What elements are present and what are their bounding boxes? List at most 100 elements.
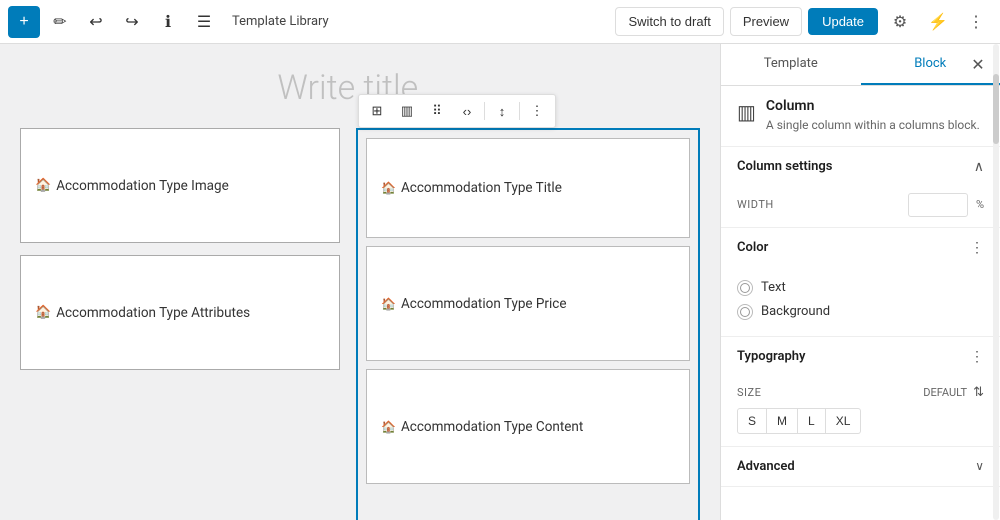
size-buttons: S M L XL [737,408,984,434]
columns-icon: ⊞ [372,103,383,119]
block-info-text: Column A single column within a columns … [766,98,980,134]
list-item[interactable]: 🏠 Accommodation Type Price [366,246,690,361]
size-row: SIZE DEFAULT ⇅ [737,385,984,400]
move-icon: ↕ [499,104,506,119]
edit-button[interactable]: ✏ [44,6,76,38]
list-item[interactable]: 🏠 Accommodation Type Attributes [20,255,340,370]
drag-button[interactable]: ⠿ [422,96,452,126]
typography-section: Typography ⋮ SIZE DEFAULT ⇅ S M L XL [721,337,1000,447]
two-col-button[interactable]: ▥ [392,96,422,126]
list-icon: ☰ [197,12,211,32]
list-item[interactable]: 🏠 Accommodation Type Content [366,369,690,484]
color-section-title: Color [737,240,768,255]
color-option-text: Text [737,276,984,300]
size-value: DEFAULT [923,386,967,399]
column-settings-title: Column settings [737,159,832,174]
typography-section-header[interactable]: Typography ⋮ [721,337,1000,377]
navigate-left-button[interactable]: ‹› [452,96,482,126]
main-toolbar: + ✏ ↩ ↪ ℹ ☰ Template Library Switch to d… [0,0,1000,44]
undo-button[interactable]: ↩ [80,6,112,38]
collapse-icon: ∧ [974,159,984,175]
width-label: WIDTH [737,198,900,211]
block-title: Column [766,98,980,114]
more-options-button[interactable]: ⋮ [960,6,992,38]
color-radio-background[interactable] [737,304,753,320]
list-item[interactable]: 🏠 Accommodation Type Image [20,128,340,243]
width-input[interactable] [908,193,968,217]
two-col-icon: ▥ [401,103,413,119]
tab-template[interactable]: Template [721,44,861,85]
panel-close-button[interactable]: ✕ [964,51,992,79]
column-settings-header[interactable]: Column settings ∧ [721,147,1000,187]
block-more-button[interactable]: ⋮ [522,96,552,126]
accommodation-image-label: 🏠 Accommodation Type Image [35,178,229,194]
drag-icon: ⠿ [432,103,442,119]
switch-to-draft-button[interactable]: Switch to draft [615,7,723,36]
color-section: Color ⋮ Text Background [721,228,1000,337]
color-label-background: Background [761,304,830,319]
size-btn-l[interactable]: L [798,408,826,434]
more-icon: ⋮ [531,103,544,119]
size-btn-xl[interactable]: XL [826,408,862,434]
gear-icon: ⚙ [893,12,907,32]
update-button[interactable]: Update [808,8,878,35]
home-icon-3: 🏠 [381,181,396,195]
advanced-title: Advanced [737,459,795,474]
size-btn-m[interactable]: M [767,408,798,434]
color-options: Text Background [721,268,1000,336]
accommodation-content-label: 🏠 Accommodation Type Content [381,419,583,435]
home-icon-4: 🏠 [381,297,396,311]
main-layout: Write title... 🏠 Accommodation Type Imag… [0,44,1000,520]
redo-button[interactable]: ↪ [116,6,148,38]
advanced-header[interactable]: Advanced ∨ [721,447,1000,486]
list-button[interactable]: ☰ [188,6,220,38]
redo-icon: ↪ [125,12,138,32]
editor-left-column: 🏠 Accommodation Type Image 🏠 Accommodati… [20,128,340,520]
editor-area: Write title... 🏠 Accommodation Type Imag… [0,44,720,520]
advanced-chevron-icon: ∨ [975,459,984,473]
home-icon-1: 🏠 [35,178,51,193]
add-block-button[interactable]: + [8,6,40,38]
toolbar-right-actions: Switch to draft Preview Update ⚙ ⚡ ⋮ [615,6,992,38]
editor-right-column[interactable]: ⊞ ▥ ⠿ ‹› ↕ [356,128,700,520]
editor-columns: 🏠 Accommodation Type Image 🏠 Accommodati… [20,128,700,520]
nav-icon: ‹› [463,104,472,119]
preview-button[interactable]: Preview [730,7,802,36]
typography-section-title: Typography [737,349,806,364]
ellipsis-icon: ⋮ [968,12,984,32]
size-adjust-icon[interactable]: ⇅ [973,385,984,400]
lightning-icon: ⚡ [928,12,948,32]
typography-menu-icon[interactable]: ⋮ [970,349,984,365]
color-label-text: Text [761,280,786,295]
column-block-icon: ▥ [737,100,756,124]
toolbar-separator-2 [519,102,520,120]
settings-button[interactable]: ⚙ [884,6,916,38]
accommodation-attributes-label: 🏠 Accommodation Type Attributes [35,305,250,321]
plus-icon: + [19,13,28,31]
pencil-icon: ✏ [53,12,66,32]
size-label: SIZE [737,386,917,399]
list-item[interactable]: 🏠 Accommodation Type Title [366,138,690,238]
block-description: A single column within a columns block. [766,117,980,134]
accommodation-title-label: 🏠 Accommodation Type Title [381,180,562,196]
color-section-header[interactable]: Color ⋮ [721,228,1000,268]
color-menu-icon[interactable]: ⋮ [970,240,984,256]
move-button[interactable]: ↕ [487,96,517,126]
home-icon-2: 🏠 [35,305,51,320]
typography-content: SIZE DEFAULT ⇅ S M L XL [721,377,1000,446]
right-panel: Template Block ✕ ▥ Column A single colum… [720,44,1000,520]
undo-icon: ↩ [89,12,102,32]
color-radio-text[interactable] [737,280,753,296]
width-field-row: WIDTH % [721,187,1000,227]
columns-layout-button[interactable]: ⊞ [362,96,392,126]
lightning-button[interactable]: ⚡ [922,6,954,38]
panel-content: ▥ Column A single column within a column… [721,86,1000,487]
toolbar-title: Template Library [232,14,611,29]
toolbar-separator [484,102,485,120]
size-btn-s[interactable]: S [737,408,767,434]
color-option-background: Background [737,300,984,324]
accommodation-price-label: 🏠 Accommodation Type Price [381,296,567,312]
info-button[interactable]: ℹ [152,6,184,38]
home-icon-5: 🏠 [381,420,396,434]
advanced-section: Advanced ∨ [721,447,1000,487]
